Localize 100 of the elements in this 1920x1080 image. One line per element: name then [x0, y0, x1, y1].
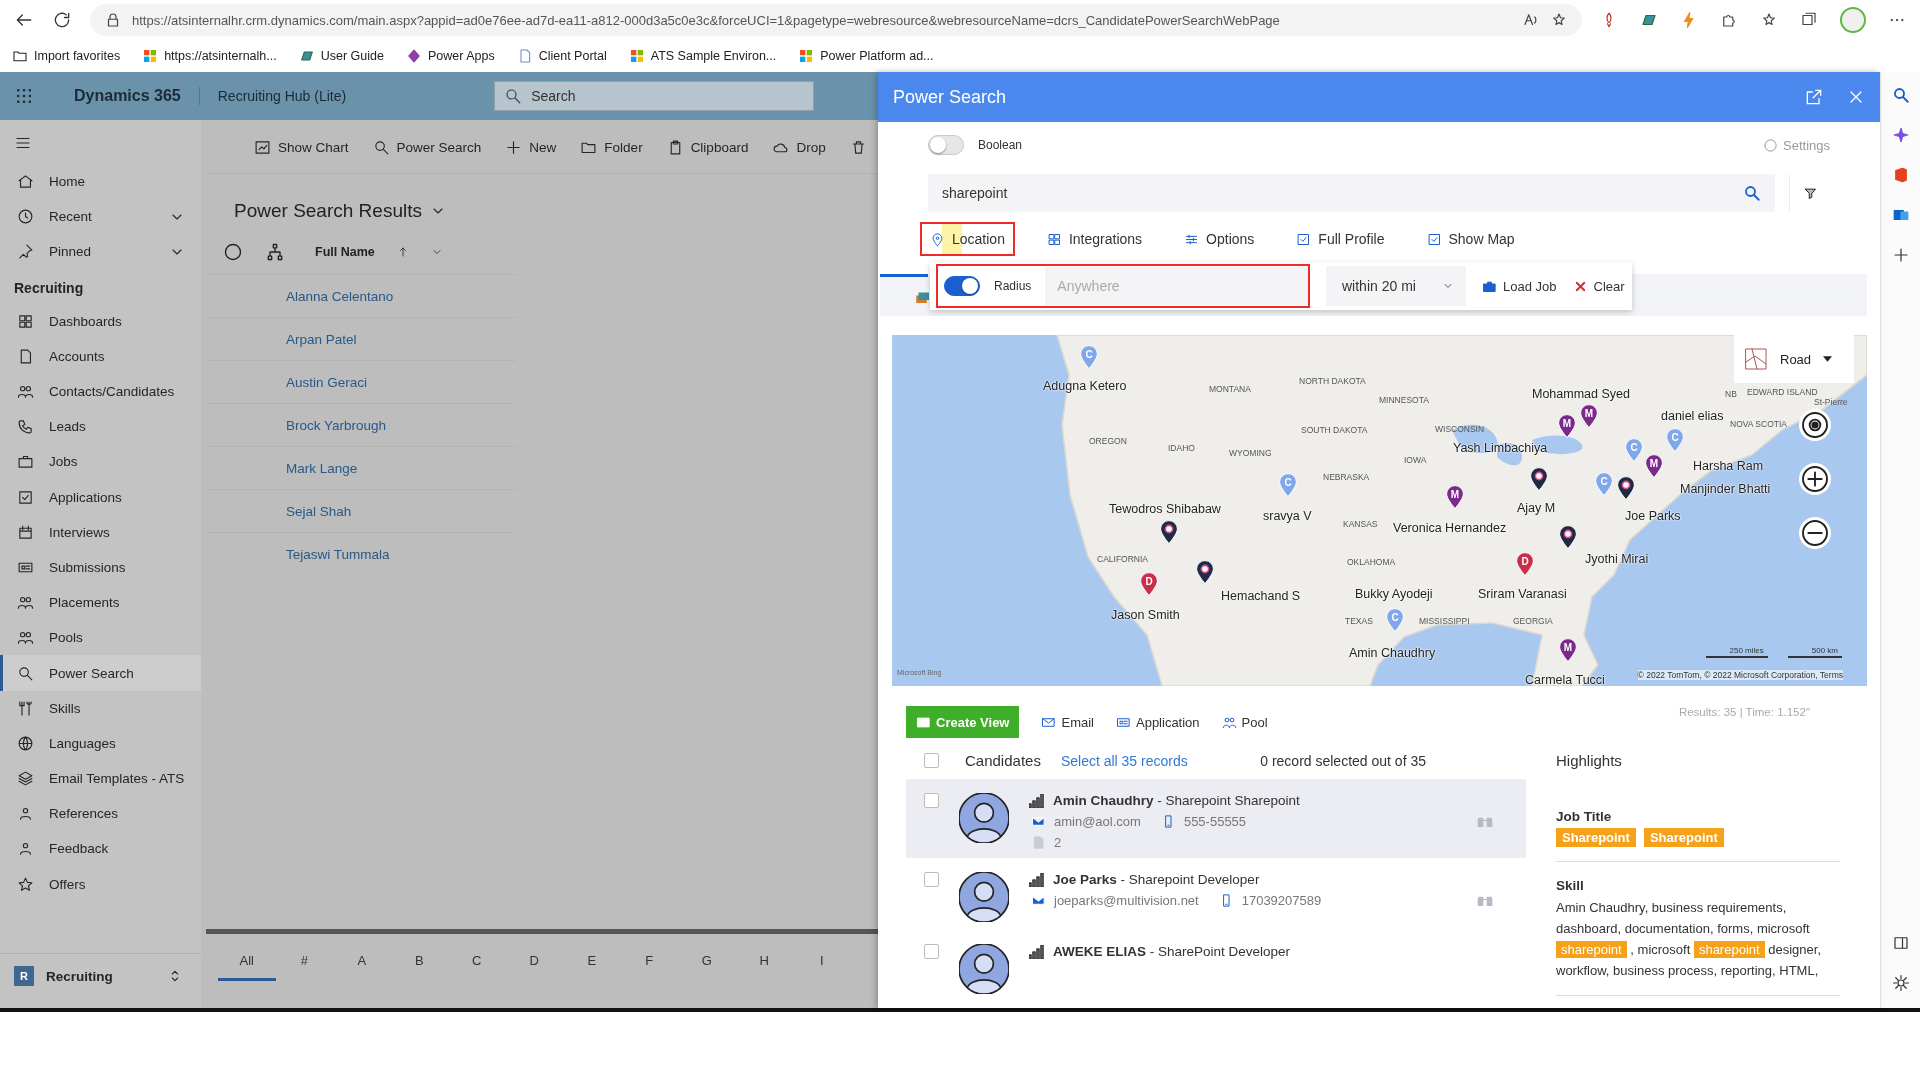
command-button[interactable]: Power Search	[372, 138, 482, 156]
refresh-icon[interactable]	[52, 10, 72, 30]
alphabet-filter[interactable]: B	[390, 939, 448, 981]
address-bar[interactable]: https://atsinternalhr.crm.dynamics.com/main.aspx?appid=ad0e76ee-ad7d-ea11-a812-000d3a5c0e3c&forceUCI=1&pagetype=webresource&webresourceName=dcrs_CandidatePowerSearchWebPage	[90, 4, 1582, 36]
map-pin[interactable]: M	[1580, 404, 1598, 428]
search-tab[interactable]: Location	[920, 222, 1015, 256]
map-pin[interactable]: D	[1516, 552, 1534, 576]
bookmark[interactable]: Import favorites	[12, 48, 121, 64]
nav-item[interactable]: Submissions	[0, 549, 201, 586]
map-pin[interactable]	[1559, 525, 1577, 549]
map-pin[interactable]: M	[1446, 485, 1464, 509]
distance-select[interactable]: within 20 mi	[1326, 266, 1466, 306]
bookmark[interactable]: Client Portal	[516, 48, 607, 64]
search-tab[interactable]: Integrations	[1036, 222, 1153, 256]
nav-item[interactable]: Jobs	[0, 444, 201, 480]
name-link[interactable]: Tejaswi Tummala	[286, 546, 390, 562]
bookmark[interactable]: Power Platform ad...	[798, 48, 934, 64]
command-button[interactable]: New	[505, 138, 557, 156]
alphabet-filter[interactable]: #	[275, 939, 333, 981]
nav-item[interactable]: Languages	[0, 725, 201, 761]
map-pin[interactable]: M	[1559, 638, 1577, 662]
candidate-card[interactable]: Amin Chaudhry - Sharepoint Sharepoint amin@aol.com 555-55555 2	[906, 779, 1526, 858]
nav-item[interactable]: Skills	[0, 690, 201, 726]
nav-item[interactable]: Dashboards	[0, 303, 201, 339]
candidate-name[interactable]: AWEKE ELIAS - SharePoint Developer	[1053, 944, 1291, 959]
nav-item[interactable]: Pinned	[0, 234, 201, 270]
row-checkbox[interactable]	[924, 793, 939, 808]
alphabet-filter[interactable]: All	[218, 939, 276, 981]
map-pin[interactable]	[1160, 520, 1178, 544]
view-title[interactable]: Power Search Results	[206, 174, 878, 222]
map-pin[interactable]	[1196, 560, 1214, 584]
office-icon[interactable]	[1892, 166, 1910, 184]
candidate-name[interactable]: Joe Parks - Sharepoint Developer	[1053, 872, 1260, 887]
alphabet-filter[interactable]: E	[563, 939, 621, 981]
nav-item[interactable]: Accounts	[0, 338, 201, 374]
alphabet-filter[interactable]: A	[333, 939, 391, 981]
search-icon[interactable]	[1892, 86, 1910, 104]
nav-item[interactable]: Feedback	[0, 831, 201, 867]
sidebar-panel-icon[interactable]	[1892, 934, 1910, 952]
search-tab[interactable]: Options	[1174, 222, 1265, 256]
select-all-checkbox[interactable]	[924, 753, 939, 768]
nav-item[interactable]: Recent	[0, 199, 201, 235]
name-link[interactable]: Sejal Shah	[286, 503, 352, 519]
zoom-out-icon[interactable]	[1799, 517, 1831, 549]
bookmark[interactable]: ATS Sample Environ...	[628, 48, 777, 64]
map-pin[interactable]: M	[1645, 454, 1663, 478]
column-header[interactable]: Full Name	[315, 245, 375, 259]
boolean-toggle[interactable]	[928, 135, 964, 155]
name-link[interactable]: Brock Yarbrough	[286, 417, 387, 433]
clear-button[interactable]: Clear	[1572, 278, 1625, 294]
alphabet-filter[interactable]: F	[620, 939, 678, 981]
candidate-card[interactable]: AWEKE ELIAS - SharePoint Developer	[906, 930, 1526, 1002]
sparkle-icon[interactable]	[1892, 126, 1910, 144]
nav-item[interactable]: Power Search	[0, 655, 201, 691]
alphabet-filter[interactable]: G	[678, 939, 736, 981]
map-pin[interactable]: D	[1140, 572, 1158, 596]
area-switcher[interactable]: R Recruiting	[0, 953, 201, 998]
command-button[interactable]: Drop	[772, 138, 826, 156]
bookmark[interactable]: https://atsinternalh...	[142, 48, 277, 64]
row-checkbox[interactable]	[924, 944, 939, 959]
candidate-card[interactable]: Joe Parks - Sharepoint Developer joeparks@multivision.net 17039207589	[906, 858, 1526, 930]
select-all-link[interactable]: Select all 35 records	[1060, 752, 1188, 769]
search-field[interactable]: Search	[494, 81, 815, 111]
name-link[interactable]: Mark Lange	[286, 460, 358, 476]
alphabet-filter[interactable]: C	[448, 939, 506, 981]
alphabet-filter[interactable]: I	[793, 939, 851, 981]
candidate-email[interactable]: amin@aol.com	[1054, 814, 1141, 829]
map-pin[interactable]	[1617, 476, 1635, 500]
command-button[interactable]: Show Chart	[254, 138, 349, 156]
name-link[interactable]: Alanna Celentano	[286, 288, 394, 304]
alphabet-filter[interactable]: D	[505, 939, 563, 981]
bookmark[interactable]: User Guide	[298, 48, 384, 64]
name-link[interactable]: Austin Geraci	[286, 374, 368, 390]
map-style-dropdown[interactable]: Road	[1734, 335, 1854, 383]
checkbox-option[interactable]: Full Profile	[1286, 222, 1395, 256]
hierarchy-icon[interactable]	[265, 242, 285, 262]
locate-icon[interactable]	[1799, 409, 1831, 441]
map[interactable]	[892, 335, 1867, 686]
candidate-email[interactable]: joeparks@multivision.net	[1054, 893, 1199, 908]
candidate-name[interactable]: Amin Chaudhry - Sharepoint Sharepoint	[1053, 793, 1300, 808]
popout-icon[interactable]	[1804, 87, 1824, 107]
nav-item[interactable]: Interviews	[0, 514, 201, 550]
nav-item[interactable]: Email Templates - ATS	[0, 761, 201, 797]
checkbox-option[interactable]: Show Map	[1416, 222, 1525, 256]
location-field[interactable]: Anywhere	[1045, 267, 1308, 305]
action-button[interactable]: Application	[1116, 714, 1200, 730]
nav-item[interactable]: Offers	[0, 866, 201, 902]
bookmark[interactable]: Power Apps	[405, 48, 495, 64]
name-link[interactable]: Arpan Patel	[286, 331, 357, 347]
search-field[interactable]: sharepoint	[928, 174, 1775, 212]
row-checkbox[interactable]	[924, 872, 939, 887]
nav-item[interactable]: Placements	[0, 585, 201, 621]
nav-item[interactable]: Home	[0, 164, 201, 200]
radius-toggle[interactable]	[944, 276, 980, 296]
nav-item[interactable]: Applications	[0, 479, 201, 515]
action-button[interactable]: Email	[1041, 714, 1094, 730]
search-icon[interactable]	[1743, 184, 1761, 202]
load-job-button[interactable]: Load Job	[1482, 278, 1557, 294]
command-button[interactable]: Folder	[580, 138, 643, 156]
zoom-in-icon[interactable]	[1799, 463, 1831, 495]
